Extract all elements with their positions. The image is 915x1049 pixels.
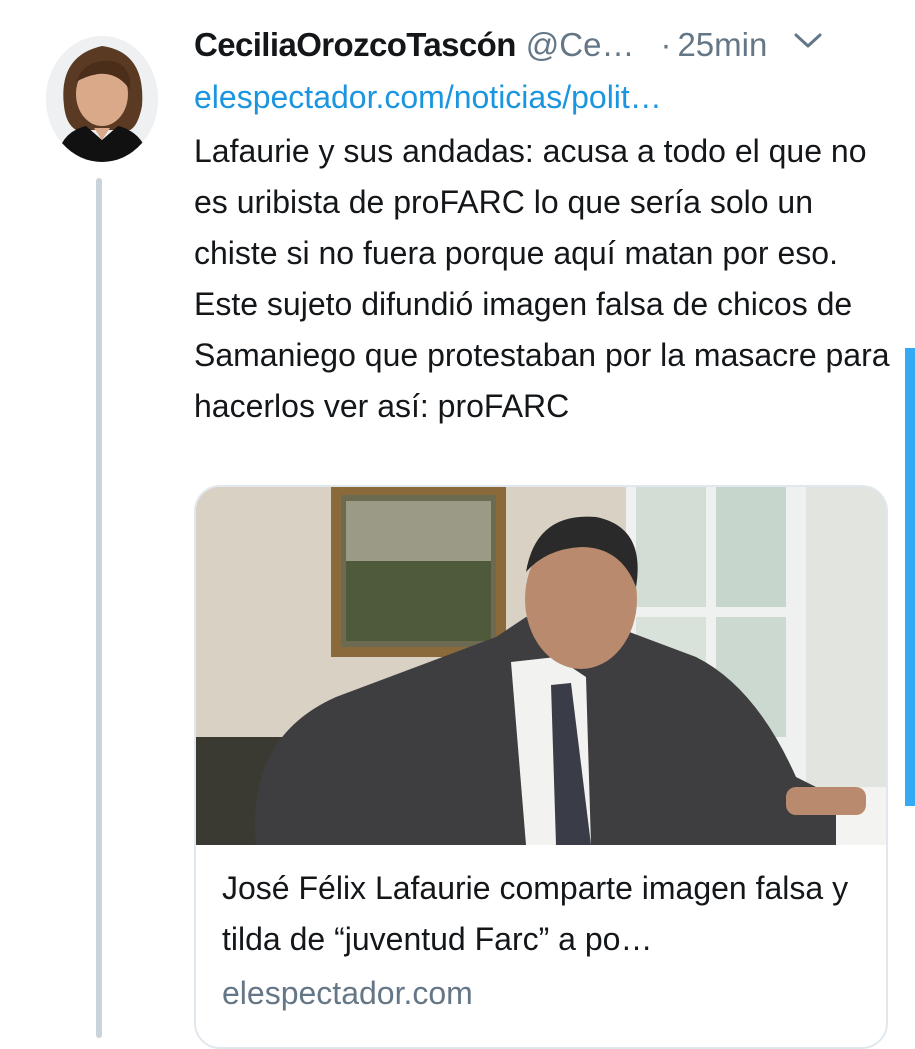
- handle[interactable]: @Ce…: [526, 26, 635, 64]
- scroll-indicator[interactable]: [905, 348, 915, 806]
- avatar-photo: [46, 36, 158, 162]
- display-name[interactable]: CeciliaOrozcoTascón: [194, 26, 516, 64]
- card-image: [196, 487, 886, 845]
- card-title[interactable]: José Félix Lafaurie comparte imagen fals…: [222, 863, 860, 965]
- avatar[interactable]: [46, 36, 158, 162]
- chevron-down-icon[interactable]: [793, 31, 823, 56]
- tweet-text: Lafaurie y sus andadas: acusa a todo el …: [194, 133, 890, 424]
- thread-line: [96, 178, 102, 1038]
- card-domain: elespectador.com: [222, 975, 473, 1011]
- tweet-header: CeciliaOrozcoTascón @Ce… · 25min: [194, 22, 894, 68]
- timestamp[interactable]: 25min: [677, 26, 767, 64]
- separator-dot: ·: [660, 26, 672, 63]
- link-preview-card[interactable]: José Félix Lafaurie comparte imagen fals…: [194, 485, 888, 1049]
- tweet-link[interactable]: elespectador.com/noticias/polit…: [194, 74, 894, 120]
- tweet[interactable]: CeciliaOrozcoTascón @Ce… · 25min elespec…: [194, 22, 894, 432]
